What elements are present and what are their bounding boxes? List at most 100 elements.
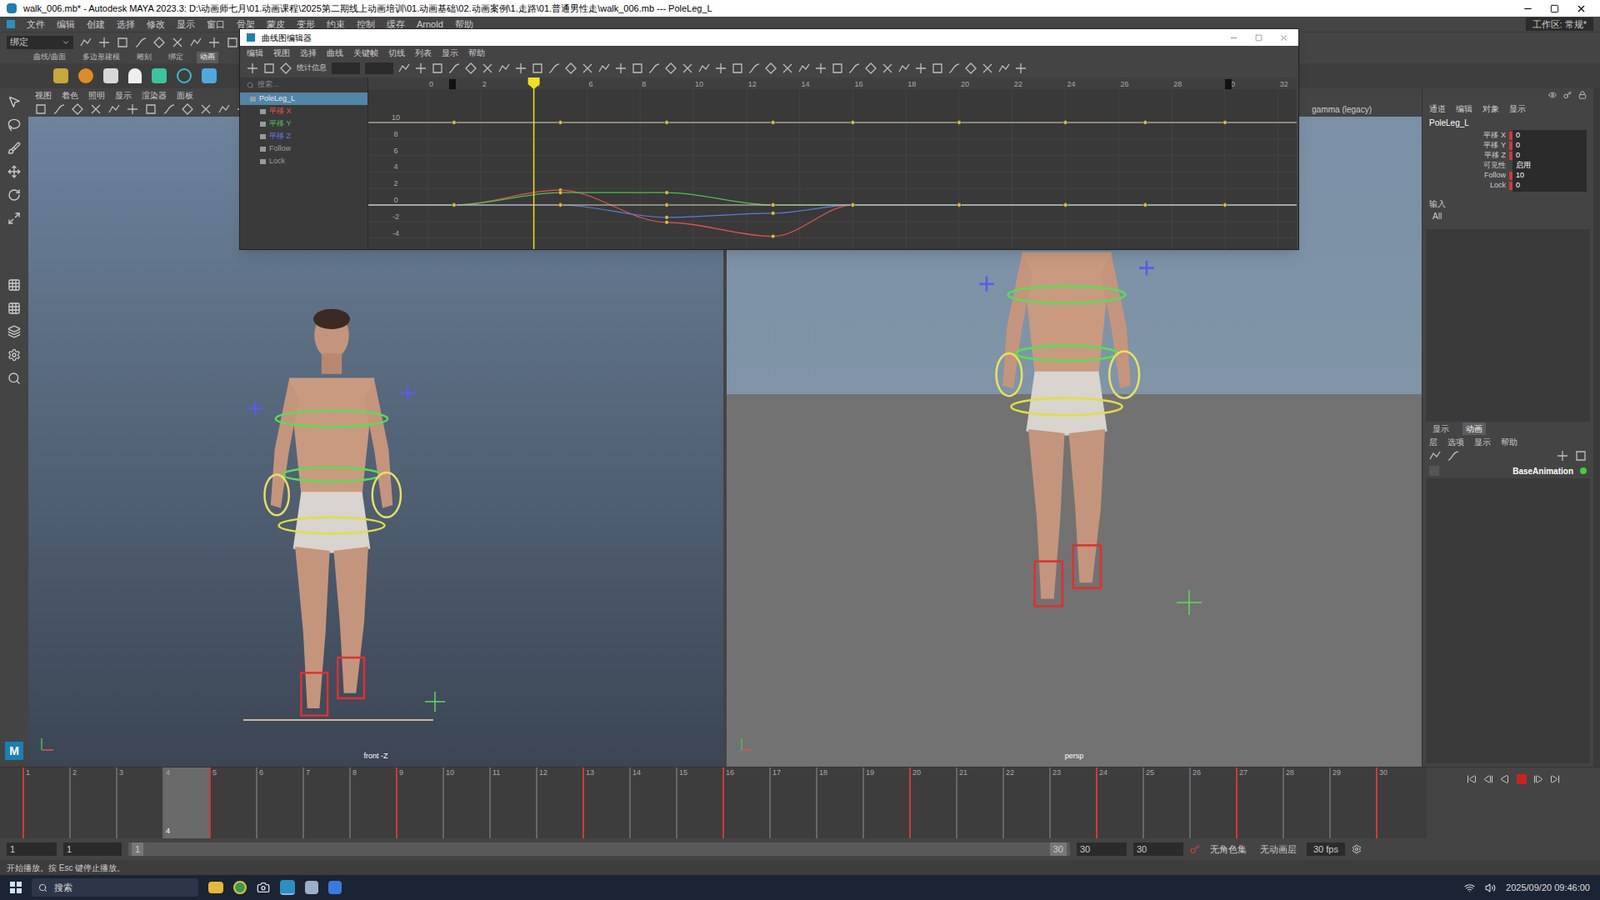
tool-icon[interactable] bbox=[415, 62, 427, 75]
frame-cell[interactable]: 3 bbox=[115, 767, 163, 839]
tool-icon[interactable] bbox=[1556, 450, 1569, 462]
key-point[interactable] bbox=[850, 203, 855, 208]
tool-icon[interactable] bbox=[263, 62, 275, 75]
go-to-start-icon[interactable] bbox=[1466, 774, 1477, 785]
move-tool-icon[interactable] bbox=[7, 165, 21, 179]
frame-cell[interactable]: 11 bbox=[489, 767, 536, 839]
frame-cell[interactable]: 14 bbox=[629, 767, 676, 839]
layer-menu-item[interactable]: 选项 bbox=[1447, 435, 1465, 449]
graph-menu-item[interactable]: 列表 bbox=[415, 46, 432, 60]
key-point[interactable] bbox=[665, 203, 670, 208]
key-point[interactable] bbox=[665, 220, 670, 225]
frame-cell[interactable]: 27 bbox=[1235, 767, 1283, 839]
graph-menu-item[interactable]: 关键帧 bbox=[353, 46, 379, 60]
frame-cell[interactable]: 17 bbox=[769, 767, 816, 839]
tool-icon[interactable] bbox=[1015, 62, 1027, 75]
key-point[interactable] bbox=[1223, 203, 1228, 208]
tool-icon[interactable] bbox=[631, 62, 644, 75]
channel-row[interactable]: 平移 X0 bbox=[1422, 130, 1594, 141]
frame-cell[interactable]: 25 bbox=[1142, 767, 1190, 839]
frame-cell[interactable]: 22 bbox=[1002, 767, 1050, 839]
tool-icon[interactable] bbox=[108, 103, 120, 115]
frame-cell[interactable]: 1 bbox=[22, 767, 70, 839]
frame-cell[interactable]: 44 bbox=[162, 767, 210, 839]
key-point[interactable] bbox=[665, 190, 670, 195]
key-point[interactable] bbox=[452, 203, 457, 208]
layer-menu-item[interactable]: 显示 bbox=[1474, 435, 1491, 449]
character-set-dropdown[interactable]: 无角色集 bbox=[1206, 842, 1250, 857]
tool-icon[interactable] bbox=[515, 62, 527, 75]
viewport-menu-item[interactable]: 照明 bbox=[88, 89, 105, 102]
shelf-blue-icon[interactable] bbox=[201, 68, 217, 84]
tool-icon[interactable] bbox=[981, 62, 994, 75]
tool-icon[interactable] bbox=[116, 36, 129, 49]
explorer-icon[interactable] bbox=[208, 881, 224, 894]
menu-item[interactable]: 创建 bbox=[86, 17, 105, 32]
layer-tab[interactable]: 动画 bbox=[1462, 422, 1486, 435]
key-point[interactable] bbox=[452, 203, 457, 208]
frame-cell[interactable]: 23 bbox=[1049, 767, 1096, 839]
frame-cell[interactable]: 8 bbox=[349, 767, 396, 839]
step-back-icon[interactable] bbox=[1483, 774, 1494, 785]
outliner-item[interactable]: Lock bbox=[240, 155, 368, 168]
tool-icon[interactable] bbox=[208, 36, 220, 49]
tool-icon[interactable] bbox=[598, 62, 610, 75]
key-point[interactable] bbox=[558, 203, 563, 208]
tool-icon[interactable] bbox=[548, 62, 560, 75]
stats-field[interactable] bbox=[365, 62, 394, 75]
windows-start-icon[interactable] bbox=[10, 881, 22, 894]
layer-tab[interactable]: 显示 bbox=[1429, 422, 1453, 435]
frame-cell[interactable]: 13 bbox=[582, 767, 630, 839]
layout-four-icon[interactable] bbox=[7, 301, 21, 315]
key-point[interactable] bbox=[957, 203, 962, 208]
range-slider[interactable]: 130 bbox=[128, 842, 1070, 856]
outliner-item[interactable]: 平移 Y bbox=[240, 117, 368, 130]
start-time-field[interactable]: 1 bbox=[6, 842, 57, 857]
key-point[interactable] bbox=[665, 215, 670, 220]
frame-cell[interactable]: 7 bbox=[302, 767, 350, 839]
tool-icon[interactable] bbox=[931, 62, 944, 75]
range-end-field[interactable]: 30 bbox=[1076, 842, 1127, 857]
menu-item[interactable]: 文件 bbox=[26, 17, 45, 32]
key-point[interactable] bbox=[1223, 203, 1228, 208]
key-point[interactable] bbox=[850, 120, 855, 125]
frame-cell[interactable]: 19 bbox=[862, 767, 910, 839]
key-point[interactable] bbox=[770, 234, 775, 239]
tool-icon[interactable] bbox=[200, 103, 212, 115]
tool-icon[interactable] bbox=[218, 103, 230, 115]
taskbar-search[interactable]: 搜索 bbox=[31, 878, 199, 897]
viewport-menu-item[interactable]: 渲染器 bbox=[141, 89, 167, 102]
key-point[interactable] bbox=[1063, 203, 1068, 208]
tool-icon[interactable] bbox=[665, 62, 677, 75]
shelf-joint-icon[interactable] bbox=[103, 68, 119, 84]
key-point[interactable] bbox=[770, 120, 775, 125]
minimize-icon[interactable] bbox=[1522, 3, 1534, 15]
shelf-tab[interactable]: 绑定 bbox=[165, 51, 187, 64]
tool-icon[interactable] bbox=[53, 103, 65, 115]
layout-outliner-icon[interactable] bbox=[7, 348, 21, 362]
key-point[interactable] bbox=[558, 190, 563, 195]
key-point[interactable] bbox=[770, 203, 775, 208]
auto-key-icon[interactable] bbox=[1190, 844, 1200, 855]
lasso-tool-icon[interactable] bbox=[7, 118, 21, 132]
channel-box-menu-item[interactable]: 编辑 bbox=[1455, 102, 1473, 115]
graph-menu-item[interactable]: 编辑 bbox=[246, 46, 264, 60]
messenger-icon[interactable] bbox=[328, 880, 342, 895]
shelf-tab[interactable]: 曲线/曲面 bbox=[30, 51, 70, 64]
tool-icon[interactable] bbox=[731, 62, 744, 75]
key-point[interactable] bbox=[1223, 203, 1228, 208]
play-backward-icon[interactable] bbox=[1500, 774, 1510, 785]
key-point[interactable] bbox=[665, 120, 670, 125]
graph-menu-item[interactable]: 切线 bbox=[388, 46, 405, 60]
frame-cell[interactable]: 18 bbox=[815, 767, 863, 839]
tool-icon[interactable] bbox=[448, 62, 460, 75]
key-point[interactable] bbox=[1143, 203, 1148, 208]
tool-icon[interactable] bbox=[181, 103, 194, 115]
frame-cell[interactable]: 9 bbox=[395, 767, 443, 839]
key-point[interactable] bbox=[850, 203, 855, 208]
tool-icon[interactable] bbox=[135, 36, 147, 49]
menu-item[interactable]: 显示 bbox=[176, 17, 195, 32]
tool-icon[interactable] bbox=[781, 62, 794, 75]
tool-icon[interactable] bbox=[35, 103, 47, 115]
key-point[interactable] bbox=[558, 203, 563, 208]
